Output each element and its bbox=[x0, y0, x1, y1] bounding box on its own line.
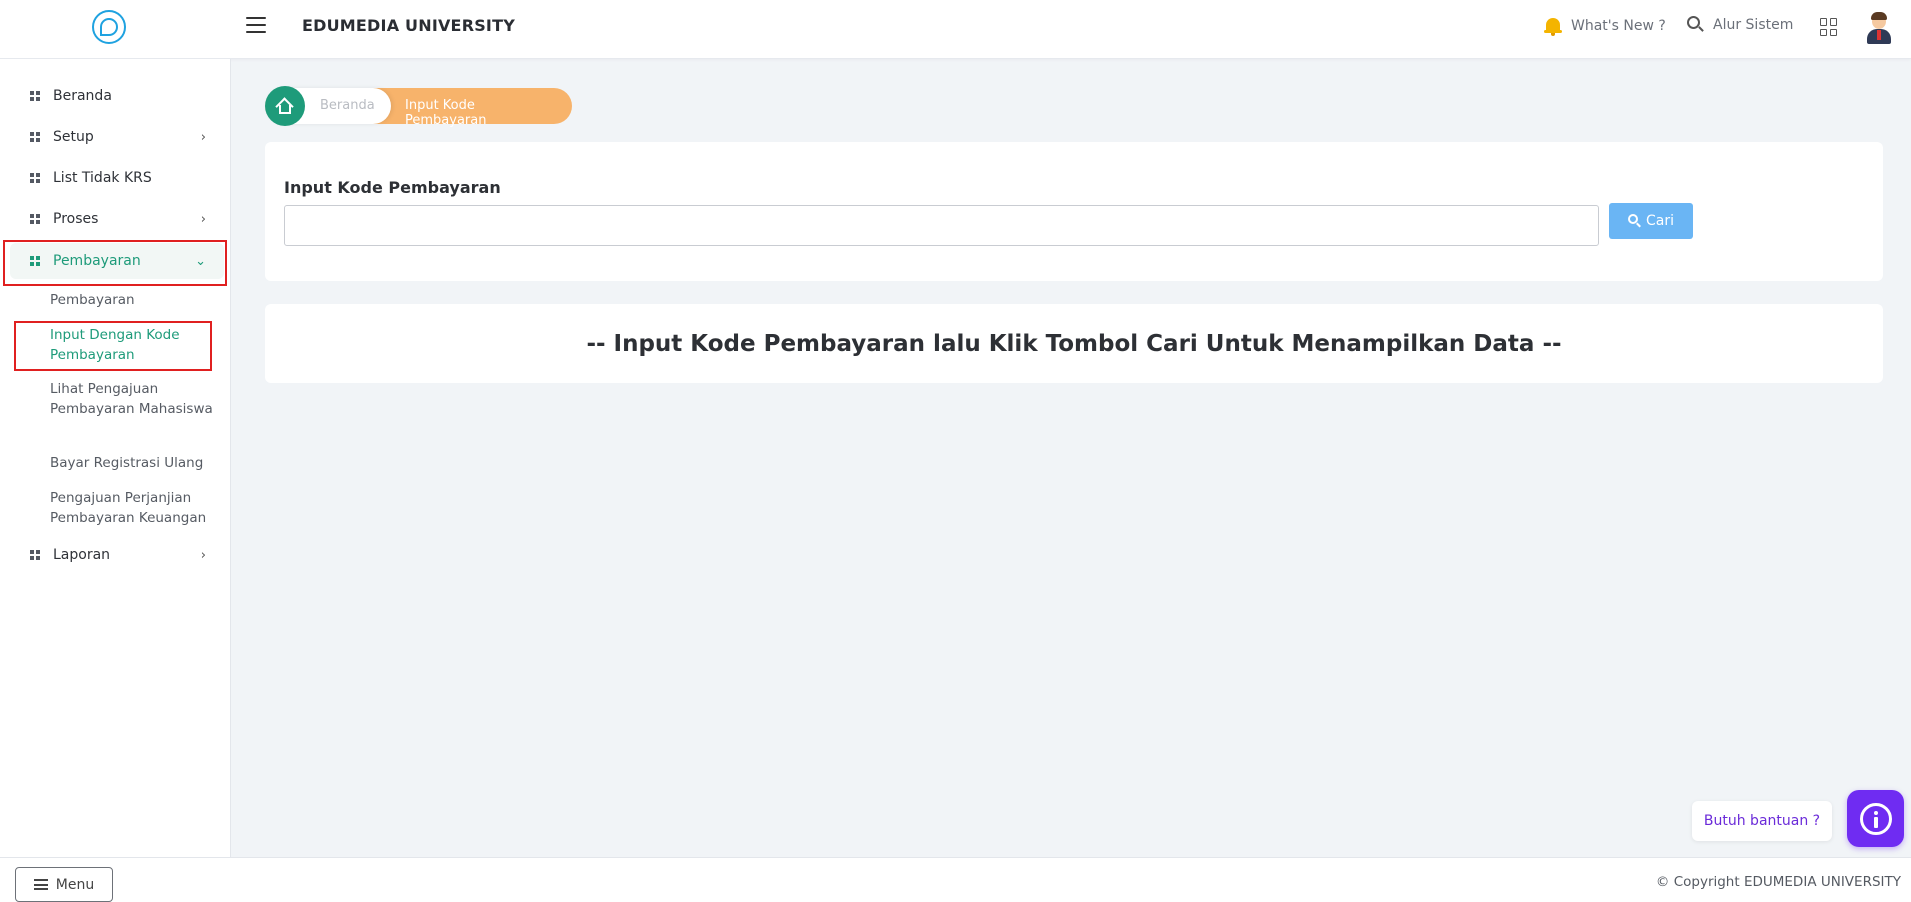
dashboard-icon bbox=[30, 256, 40, 266]
sidebar-item-label: Pembayaran bbox=[53, 253, 141, 269]
sub-item-pengajuan-perjanjian[interactable]: Pengajuan Perjanjian Pembayaran Keuangan bbox=[50, 488, 215, 528]
info-icon bbox=[1859, 802, 1892, 835]
search-icon bbox=[1687, 16, 1705, 34]
help-button[interactable] bbox=[1847, 790, 1904, 847]
dashboard-icon bbox=[30, 173, 40, 183]
sidebar-item-label: Laporan bbox=[53, 547, 111, 563]
search-icon bbox=[1628, 214, 1642, 228]
sidebar: Beranda Setup › List Tidak KRS Proses › … bbox=[0, 59, 231, 857]
list-icon bbox=[33, 879, 48, 890]
apps-grid-icon[interactable] bbox=[1820, 18, 1838, 36]
sub-item-lihat-pengajuan[interactable]: Lihat Pengajuan Pembayaran Mahasiswa bbox=[50, 379, 215, 419]
sub-item-bayar-registrasi-ulang[interactable]: Bayar Registrasi Ulang bbox=[50, 453, 215, 473]
input-card: Input Kode Pembayaran Cari bbox=[265, 142, 1883, 281]
menu-button[interactable]: Menu bbox=[15, 867, 113, 902]
dashboard-icon bbox=[30, 91, 40, 101]
search-button-label: Cari bbox=[1646, 213, 1674, 229]
sidebar-item-label: List Tidak KRS bbox=[53, 170, 152, 186]
chevron-down-icon: ⌄ bbox=[195, 254, 206, 269]
breadcrumb-beranda[interactable]: Beranda bbox=[320, 98, 375, 113]
chevron-right-icon: › bbox=[200, 212, 206, 227]
payment-code-input[interactable] bbox=[284, 205, 1599, 246]
sidebar-item-pembayaran[interactable]: Pembayaran ⌄ bbox=[10, 243, 224, 279]
user-avatar[interactable] bbox=[1866, 12, 1892, 44]
sidebar-item-list-tidak-krs[interactable]: List Tidak KRS bbox=[10, 160, 224, 196]
alur-sistem-label: Alur Sistem bbox=[1713, 17, 1794, 33]
whats-new-link[interactable]: What's New ? bbox=[1543, 16, 1666, 36]
sidebar-item-label: Beranda bbox=[53, 88, 112, 104]
dashboard-icon bbox=[30, 214, 40, 224]
university-logo-icon[interactable] bbox=[92, 10, 126, 44]
sidebar-item-label: Setup bbox=[53, 129, 94, 145]
chevron-right-icon: › bbox=[200, 548, 206, 563]
sidebar-item-label: Proses bbox=[53, 211, 99, 227]
breadcrumb-current: Input Kode Pembayaran bbox=[405, 98, 487, 128]
copyright-text: © Copyright EDUMEDIA UNIVERSITY bbox=[1655, 874, 1901, 890]
sub-item-input-dengan-kode-pembayaran[interactable]: Input Dengan Kode Pembayaran bbox=[50, 325, 215, 365]
app-title: EDUMEDIA UNIVERSITY bbox=[302, 16, 515, 35]
footer: Menu © Copyright EDUMEDIA UNIVERSITY bbox=[0, 857, 1911, 902]
chevron-right-icon: › bbox=[200, 130, 206, 145]
dashboard-icon bbox=[30, 132, 40, 142]
sidebar-item-proses[interactable]: Proses › bbox=[10, 201, 224, 237]
empty-state-message: -- Input Kode Pembayaran lalu Klik Tombo… bbox=[586, 330, 1562, 357]
bell-icon bbox=[1543, 16, 1563, 36]
message-card: -- Input Kode Pembayaran lalu Klik Tombo… bbox=[265, 304, 1883, 383]
whats-new-label: What's New ? bbox=[1571, 18, 1666, 34]
sidebar-item-setup[interactable]: Setup › bbox=[10, 119, 224, 155]
search-button[interactable]: Cari bbox=[1609, 203, 1693, 239]
sidebar-item-beranda[interactable]: Beranda bbox=[10, 78, 224, 114]
sub-item-pembayaran[interactable]: Pembayaran bbox=[50, 290, 215, 310]
top-header: EDUMEDIA UNIVERSITY What's New ? Alur Si… bbox=[0, 0, 1911, 59]
dashboard-icon bbox=[30, 550, 40, 560]
hamburger-menu-icon[interactable] bbox=[246, 17, 266, 33]
help-bubble[interactable]: Butuh bantuan ? bbox=[1692, 801, 1832, 841]
form-label: Input Kode Pembayaran bbox=[284, 178, 501, 197]
home-icon[interactable] bbox=[265, 86, 305, 126]
alur-sistem-link[interactable]: Alur Sistem bbox=[1687, 16, 1793, 34]
sidebar-item-laporan[interactable]: Laporan › bbox=[10, 537, 224, 573]
menu-button-label: Menu bbox=[55, 876, 95, 893]
